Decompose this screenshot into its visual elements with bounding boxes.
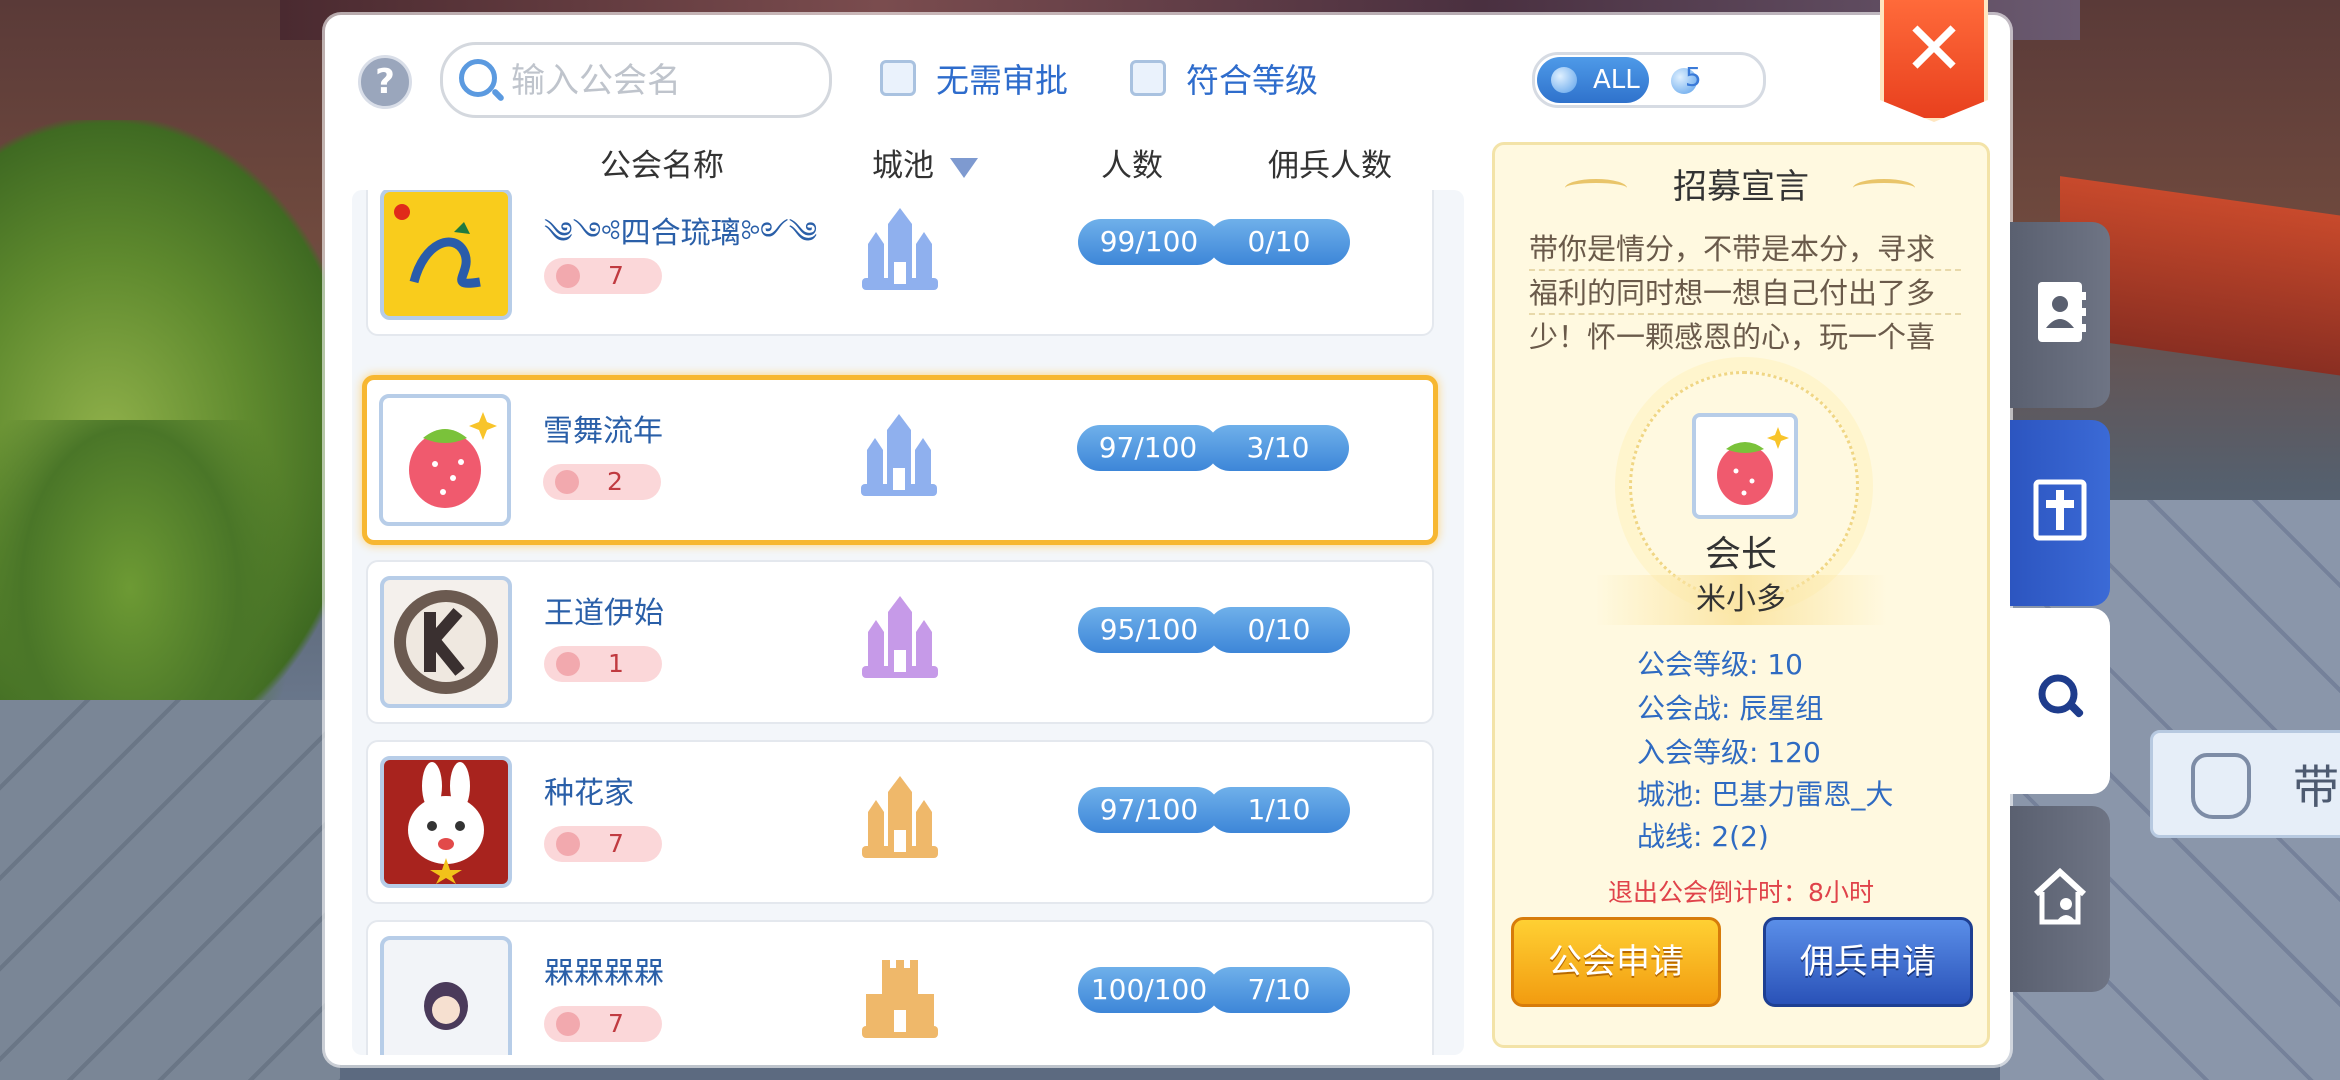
character-emblem — [380, 936, 512, 1055]
guild-row[interactable]: 种花家 7 97/100 1/10 — [366, 740, 1434, 904]
mercenaries-count: 0/10 — [1208, 219, 1350, 265]
toggle-all-label: ALL — [1593, 65, 1640, 95]
members-count: 97/100 — [1078, 787, 1220, 833]
background-floor-left — [0, 700, 340, 1080]
rabbit-emblem — [380, 756, 512, 888]
leader-title: 会长 — [1704, 534, 1777, 575]
leader-name: 米小多 — [1595, 575, 1887, 625]
guild-row-selected[interactable]: 雪舞流年 2 97/100 3/10 — [362, 375, 1438, 545]
column-header-city-label: 城池 — [872, 148, 934, 184]
filter-match-level[interactable]: 符合等级 — [1130, 58, 1318, 100]
close-button[interactable]: ✕ — [1880, 0, 1988, 122]
guild-level-icon — [556, 832, 580, 856]
guild-apply-button[interactable]: 公会申请 — [1511, 917, 1721, 1007]
checkbox-no-approval[interactable] — [880, 60, 916, 96]
column-header-members: 人数 — [1101, 148, 1163, 184]
filter-match-level-label: 符合等级 — [1186, 61, 1318, 100]
sort-triangle-icon — [950, 157, 978, 178]
guild-war-info: 公会战: 辰星组 — [1637, 692, 1824, 725]
tab-contacts[interactable] — [2010, 222, 2110, 408]
k-logo-emblem — [380, 576, 512, 708]
join-level-info: 入会等级: 120 — [1637, 736, 1821, 769]
declaration-rule — [1529, 269, 1961, 271]
guild-level-icon — [556, 652, 580, 676]
leader-avatar[interactable] — [1692, 413, 1798, 519]
castle-icon — [858, 204, 942, 294]
castle-icon — [857, 410, 941, 500]
tab-search[interactable] — [2010, 608, 2110, 794]
guild-level-icon — [556, 264, 580, 288]
castle-icon — [858, 952, 942, 1042]
battle-line-info: 战线: 2(2) — [1637, 820, 1769, 853]
filter-no-approval[interactable]: 无需审批 — [880, 58, 1068, 100]
guild-row[interactable]: 槑槑槑槑 7 100/100 7/10 — [366, 920, 1434, 1055]
members-count: 97/100 — [1077, 425, 1219, 471]
toggle-server-count[interactable]: 5 — [1685, 63, 1702, 93]
mercenaries-count: 7/10 — [1208, 967, 1350, 1013]
city-info: 城池: 巴基力雷恩_大 — [1637, 778, 1894, 811]
guild-list[interactable]: ༄༺四合琉璃༻༄ 7 99/100 0/10 雪舞流年 2 97/100 3/1… — [352, 190, 1464, 1055]
castle-icon — [858, 772, 942, 862]
guild-level-badge: 7 — [544, 826, 662, 862]
server-scope-toggle[interactable]: ALL 5 — [1532, 52, 1766, 108]
guild-level-badge: 7 — [544, 258, 662, 294]
toggle-all-option[interactable]: ALL — [1537, 57, 1649, 103]
search-icon — [459, 59, 497, 97]
guild-level-icon — [555, 470, 579, 494]
guild-row[interactable]: 王道伊始 1 95/100 0/10 — [366, 560, 1434, 724]
checkbox-match-level[interactable] — [1130, 60, 1166, 96]
guild-cross-icon — [2033, 479, 2087, 541]
title-ornament-right — [1853, 179, 1915, 197]
recruit-declaration-title: 招募宣言 — [1673, 167, 1809, 207]
guild-search-box[interactable] — [440, 42, 832, 118]
mercenaries-count: 0/10 — [1208, 607, 1350, 653]
mercenary-apply-button[interactable]: 佣兵申请 — [1763, 917, 1973, 1007]
column-header-name: 公会名称 — [600, 148, 724, 184]
guild-name: 槑槑槑槑 — [544, 956, 664, 991]
side-badge-text: 带 — [2293, 760, 2339, 814]
filter-no-approval-label: 无需审批 — [936, 61, 1068, 100]
guild-house-icon — [2033, 867, 2087, 925]
guild-level-value: 2 — [607, 467, 623, 496]
close-icon: ✕ — [1902, 6, 1965, 92]
members-count: 99/100 — [1078, 219, 1220, 265]
guild-level-icon — [556, 1012, 580, 1036]
guild-level-value: 7 — [608, 261, 624, 290]
column-header-city[interactable]: 城池 — [872, 140, 978, 185]
globe-icon — [1551, 67, 1577, 93]
declaration-rule — [1529, 313, 1961, 315]
contacts-book-icon — [2038, 282, 2086, 342]
guild-level-badge: 1 — [544, 646, 662, 682]
dragon-flag-emblem — [380, 190, 512, 320]
guild-level-info: 公会等级: 10 — [1637, 648, 1803, 681]
guild-level-badge: 2 — [543, 464, 661, 500]
guild-level-value: 7 — [608, 829, 624, 858]
mercenaries-count: 3/10 — [1207, 425, 1349, 471]
mercenaries-count: 1/10 — [1208, 787, 1350, 833]
guild-detail-pane: 招募宣言 带你是情分，不带是本分，寻求福利的同时想一想自己付出了多少！怀一颗感恩… — [1492, 142, 1990, 1048]
leave-guild-countdown: 退出公会倒计时：8小时 — [1608, 878, 1874, 907]
money-bag-icon — [2191, 753, 2251, 819]
guild-search-input[interactable] — [509, 53, 813, 109]
members-count: 100/100 — [1078, 967, 1220, 1013]
guild-name: 雪舞流年 — [543, 414, 663, 449]
help-icon: ? — [375, 62, 395, 102]
search-icon — [2038, 674, 2084, 718]
guild-level-value: 7 — [608, 1009, 624, 1038]
tab-guild[interactable] — [2010, 420, 2110, 606]
guild-level-value: 1 — [608, 649, 624, 678]
guild-level-badge: 7 — [544, 1006, 662, 1042]
help-button[interactable]: ? — [358, 55, 412, 109]
column-header-mercenaries: 佣兵人数 — [1268, 148, 1392, 184]
tab-guild-house[interactable] — [2010, 806, 2110, 992]
side-reward-badge[interactable]: 带 — [2150, 730, 2340, 838]
guild-name: 王道伊始 — [544, 596, 664, 631]
castle-icon — [858, 592, 942, 682]
guild-name: 种花家 — [544, 776, 634, 811]
guild-row[interactable]: ༄༺四合琉璃༻༄ 7 99/100 0/10 — [366, 190, 1434, 336]
strawberry-emblem — [379, 394, 511, 526]
members-count: 95/100 — [1078, 607, 1220, 653]
recruit-declaration-text[interactable]: 带你是情分，不带是本分，寻求福利的同时想一想自己付出了多少！怀一颗感恩的心，玩一… — [1529, 227, 1961, 351]
